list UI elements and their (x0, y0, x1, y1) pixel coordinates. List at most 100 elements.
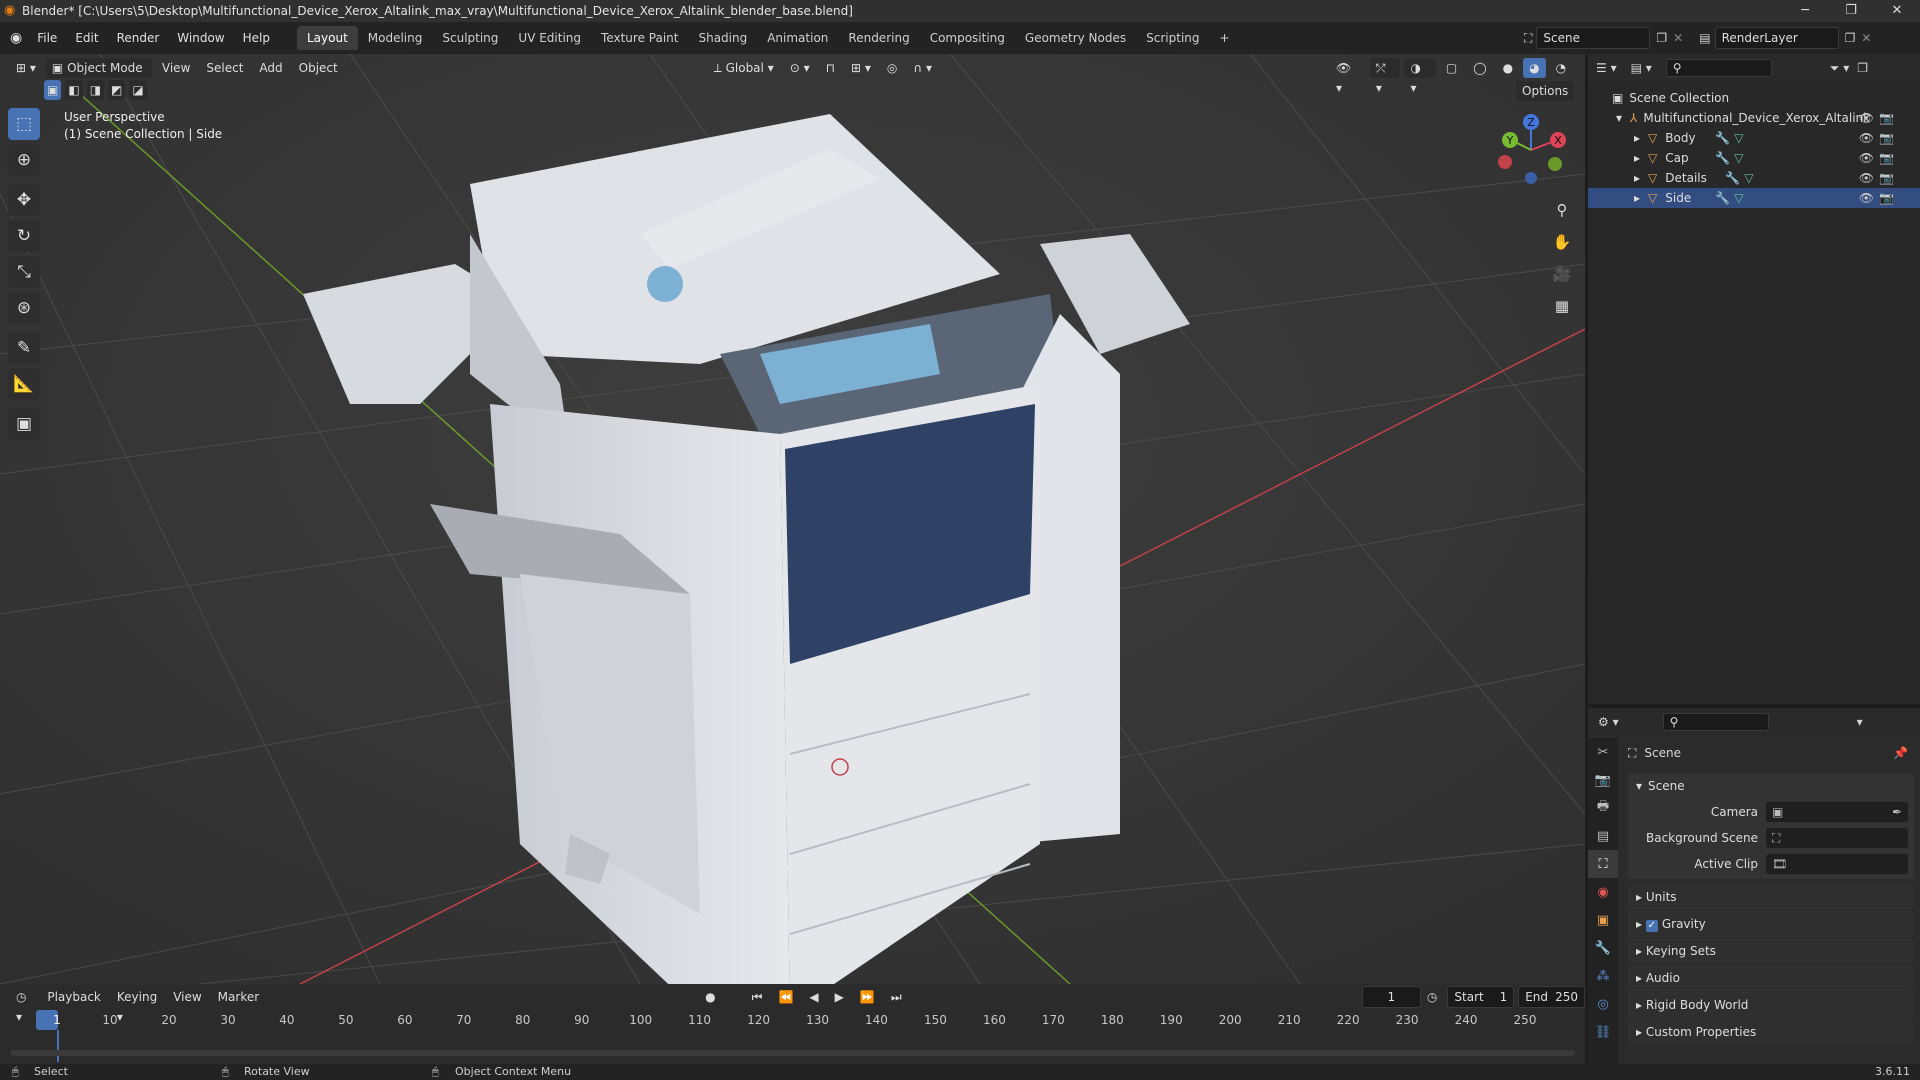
blender-menu-icon[interactable]: ◉ (10, 30, 22, 46)
eye-icon[interactable]: 👁 (1859, 191, 1874, 205)
options-button[interactable]: Options (1516, 81, 1575, 101)
camera-field[interactable]: ▣ ✒ (1766, 802, 1908, 822)
wireframe-shading-icon[interactable]: ◯ (1467, 58, 1492, 78)
tab-compositing[interactable]: Compositing (920, 26, 1015, 50)
chevron-right-icon[interactable]: ▸ (1634, 151, 1640, 165)
pin-icon[interactable]: 📌 (1893, 746, 1908, 760)
tab-modeling[interactable]: Modeling (358, 26, 433, 50)
end-frame-field[interactable]: End 250 (1518, 986, 1586, 1008)
background-scene-field[interactable]: ⛶ (1766, 828, 1908, 848)
chevron-right-icon[interactable]: ▸ (1634, 171, 1640, 185)
menu-render[interactable]: Render (117, 31, 160, 45)
modifier-wrench-icon[interactable]: 🔧 (1715, 191, 1730, 205)
gravity-panel[interactable]: ▸ ✓ Gravity (1628, 911, 1914, 937)
camera-view-icon[interactable]: 🎥 (1548, 260, 1576, 288)
maximize-button[interactable]: ❐ (1828, 0, 1874, 22)
eye-icon[interactable]: 👁 (1859, 111, 1874, 125)
menu-marker[interactable]: Marker (212, 987, 265, 1007)
tab-texture-paint[interactable]: Texture Paint (591, 26, 688, 50)
delete-scene-icon[interactable]: ✕ (1673, 31, 1683, 45)
mode-selector[interactable]: ▣ Object Mode ▾ (45, 58, 152, 95)
render-camera-icon[interactable]: 📷 (1879, 111, 1894, 125)
tab-animation[interactable]: Animation (757, 26, 838, 50)
render-icon[interactable]: 📷 (1588, 766, 1618, 794)
annotate-icon[interactable]: ✎ (8, 332, 40, 364)
prev-keyframe-icon[interactable]: ⏪ (772, 987, 799, 1007)
keying-sets-panel[interactable]: ▸ Keying Sets (1628, 938, 1914, 964)
render-camera-icon[interactable]: 📷 (1879, 191, 1894, 205)
outliner-editor-icon[interactable]: ☰ ▾ (1596, 61, 1617, 75)
add-cube-icon[interactable]: ▣ (8, 408, 40, 440)
menu-file[interactable]: File (37, 31, 57, 45)
outliner-search-input[interactable]: ⚲ (1665, 59, 1772, 77)
measure-icon[interactable]: 📐 (8, 368, 40, 400)
menu-timeline-view[interactable]: View (167, 987, 207, 1007)
eye-icon[interactable]: 👁 (1859, 151, 1874, 165)
tab-rendering[interactable]: Rendering (838, 26, 919, 50)
3d-viewport[interactable] (0, 54, 1585, 984)
scene-icon[interactable]: ⛶ (1588, 850, 1618, 878)
transform-icon[interactable]: ⊛ (8, 292, 40, 324)
snap-icon[interactable]: ⊓ (820, 58, 841, 78)
add-workspace-icon[interactable]: + (1210, 26, 1240, 50)
timeline-editor-icon[interactable]: ◷ ▾ (10, 987, 37, 1024)
units-panel[interactable]: ▸ Units (1628, 884, 1914, 910)
menu-select[interactable]: Select (200, 58, 249, 78)
close-window-button[interactable]: ✕ (1874, 0, 1920, 22)
new-scene-icon[interactable]: ❐ (1656, 31, 1667, 45)
mesh-data-icon[interactable]: ▽ (1744, 171, 1753, 185)
zoom-icon[interactable]: ⚲ (1548, 196, 1576, 224)
mesh-data-icon[interactable]: ▽ (1734, 191, 1743, 205)
select-invert-icon[interactable]: ◩ (108, 80, 126, 100)
select-box-icon[interactable]: ⬚ (8, 108, 40, 140)
menu-add[interactable]: Add (253, 58, 288, 78)
proportional-edit-icon[interactable]: ◎ (881, 58, 903, 78)
pivot-point-icon[interactable]: ⊙ ▾ (784, 58, 816, 78)
menu-object[interactable]: Object (293, 58, 344, 78)
timeline-ruler[interactable]: 1 10 20 30 40 50 60 70 80 90 100 110 120 130 140 150 160… (0, 1010, 1585, 1062)
menu-window[interactable]: Window (177, 31, 224, 45)
physics-icon[interactable]: ◎ (1588, 990, 1618, 1018)
outliner-row-details[interactable]: ▸ ▽ Details 🔧 ▽ 👁 📷 (1588, 168, 1920, 188)
outliner-row-scene-collection[interactable]: ▣ Scene Collection (1588, 88, 1920, 108)
modifier-wrench-icon[interactable]: 🔧 (1725, 171, 1740, 185)
menu-edit[interactable]: Edit (75, 31, 98, 45)
menu-help[interactable]: Help (243, 31, 270, 45)
modifier-wrench-icon[interactable]: 🔧 (1715, 131, 1730, 145)
tool-icon[interactable]: ✂ (1588, 738, 1618, 766)
outliner-row-cap[interactable]: ▸ ▽ Cap 🔧 ▽ 👁 📷 (1588, 148, 1920, 168)
chevron-down-icon[interactable]: ▾ (1857, 715, 1863, 729)
active-clip-field[interactable]: 🎞 (1766, 854, 1908, 874)
gravity-checkbox[interactable]: ✓ (1645, 920, 1658, 932)
solid-shading-icon[interactable]: ● (1497, 58, 1519, 78)
eyedropper-icon[interactable]: ✒ (1892, 805, 1902, 819)
chevron-down-icon[interactable]: ▾ (1616, 111, 1622, 125)
rotate-icon[interactable]: ↻ (8, 220, 40, 252)
current-frame-field[interactable]: 1 (1361, 986, 1421, 1008)
next-keyframe-icon[interactable]: ⏩ (854, 987, 881, 1007)
menu-view[interactable]: View (156, 58, 196, 78)
pan-hand-icon[interactable]: ✋ (1548, 228, 1576, 256)
rigid-body-world-panel[interactable]: ▸ Rigid Body World (1628, 992, 1914, 1018)
cursor-icon[interactable]: ⊕ (8, 144, 40, 176)
eye-icon[interactable]: 👁 (1859, 131, 1874, 145)
scene-panel-header[interactable]: ▾ Scene (1628, 773, 1914, 799)
scene-icon[interactable]: ⛶ (1524, 31, 1532, 46)
tab-geometry-nodes[interactable]: Geometry Nodes (1015, 26, 1136, 50)
minimize-button[interactable]: ─ (1782, 0, 1828, 22)
render-camera-icon[interactable]: 📷 (1879, 131, 1894, 145)
snap-target-icon[interactable]: ⊞ ▾ (845, 58, 877, 78)
mesh-data-icon[interactable]: ▽ (1734, 151, 1743, 165)
new-collection-icon[interactable]: ❐ (1857, 61, 1868, 75)
timeline-scrollbar[interactable] (10, 1050, 1575, 1056)
object-icon[interactable]: ▣ (1588, 906, 1618, 934)
modifier-wrench-icon[interactable]: 🔧 (1715, 151, 1730, 165)
filter-icon[interactable]: ⏷ ▾ (1830, 61, 1849, 76)
world-icon[interactable]: ◉ (1588, 878, 1618, 906)
editor-type-icon[interactable]: ⊞ ▾ (10, 58, 42, 78)
tab-layout[interactable]: Layout (296, 26, 358, 50)
constraints-icon[interactable]: ⛓ (1588, 1018, 1618, 1046)
scale-icon[interactable]: ⤡ (8, 256, 40, 288)
ortho-grid-icon[interactable]: ▦ (1548, 292, 1576, 320)
custom-properties-panel[interactable]: ▸ Custom Properties (1628, 1019, 1914, 1045)
